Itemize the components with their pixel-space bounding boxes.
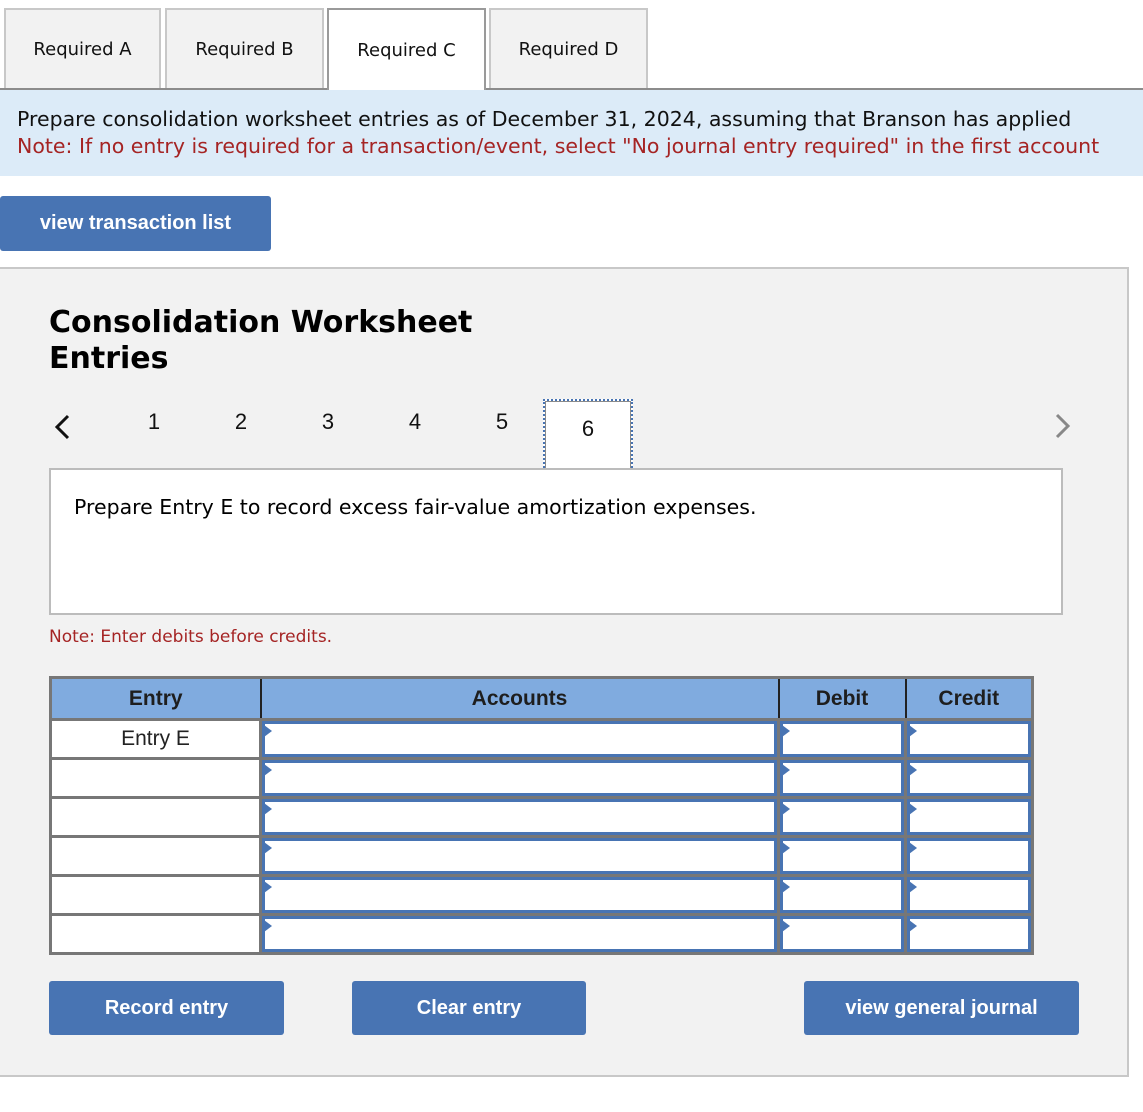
- table-row: [49, 757, 1034, 799]
- tab-required-d[interactable]: Required D: [489, 8, 648, 89]
- page-4[interactable]: 4: [400, 409, 430, 435]
- journal-table: Entry Accounts Debit Credit Entry E: [49, 676, 1034, 955]
- page-6-current[interactable]: 6: [543, 399, 633, 471]
- header-debit: Debit: [777, 677, 907, 721]
- view-general-journal-button[interactable]: view general journal: [804, 981, 1079, 1035]
- credit-cell: [904, 757, 1034, 799]
- account-cell: [259, 796, 780, 838]
- header-credit: Credit: [904, 677, 1034, 721]
- panel-title-line2: Entries: [49, 341, 169, 376]
- prev-arrow-icon[interactable]: [52, 413, 72, 441]
- account-cell: [259, 757, 780, 799]
- table-row: [49, 796, 1034, 838]
- debit-input[interactable]: [780, 760, 904, 796]
- credit-input[interactable]: [907, 799, 1031, 835]
- entry-cell: [49, 796, 262, 838]
- debit-input[interactable]: [780, 799, 904, 835]
- debit-input[interactable]: [780, 838, 904, 874]
- credit-input[interactable]: [907, 838, 1031, 874]
- page-1[interactable]: 1: [139, 409, 169, 435]
- entry-cell: [49, 757, 262, 799]
- debit-cell: [777, 874, 907, 916]
- credit-cell: [904, 796, 1034, 838]
- entry-cell: Entry E: [49, 718, 262, 760]
- instructions-banner: Prepare consolidation worksheet entries …: [0, 90, 1143, 176]
- credit-input[interactable]: [907, 877, 1031, 913]
- account-input[interactable]: [262, 838, 777, 874]
- page-5[interactable]: 5: [487, 409, 517, 435]
- clear-entry-button[interactable]: Clear entry: [352, 981, 586, 1035]
- credit-cell: [904, 835, 1034, 877]
- table-row: Entry E: [49, 718, 1034, 760]
- account-cell: [259, 835, 780, 877]
- page-3[interactable]: 3: [313, 409, 343, 435]
- entry-cell: [49, 835, 262, 877]
- record-entry-button[interactable]: Record entry: [49, 981, 284, 1035]
- tab-required-c[interactable]: Required C: [327, 8, 486, 90]
- debit-cell: [777, 913, 907, 955]
- question-box: Prepare Entry E to record excess fair-va…: [49, 468, 1063, 615]
- view-transaction-list-button[interactable]: view transaction list: [0, 196, 271, 251]
- panel-title-line1: Consolidation Worksheet: [49, 305, 473, 340]
- tab-required-b[interactable]: Required B: [165, 8, 324, 89]
- table-row: [49, 913, 1034, 955]
- credit-cell: [904, 718, 1034, 760]
- tab-required-a[interactable]: Required A: [4, 8, 161, 89]
- account-input[interactable]: [262, 799, 777, 835]
- header-entry: Entry: [49, 677, 262, 721]
- credit-cell: [904, 913, 1034, 955]
- debit-input[interactable]: [780, 877, 904, 913]
- header-accounts: Accounts: [259, 677, 780, 721]
- debit-cell: [777, 757, 907, 799]
- account-input[interactable]: [262, 721, 777, 757]
- credit-input[interactable]: [907, 721, 1031, 757]
- table-row: [49, 874, 1034, 916]
- debits-note: Note: Enter debits before credits.: [49, 627, 333, 647]
- instructions-text: Prepare consolidation worksheet entries …: [17, 107, 1072, 131]
- credit-input[interactable]: [907, 760, 1031, 796]
- worksheet-panel: Consolidation Worksheet Entries 1 2 3 4 …: [0, 267, 1129, 1077]
- question-text: Prepare Entry E to record excess fair-va…: [74, 495, 757, 519]
- page-2[interactable]: 2: [226, 409, 256, 435]
- account-input[interactable]: [262, 760, 777, 796]
- entry-cell: [49, 874, 262, 916]
- next-arrow-icon[interactable]: [1053, 412, 1073, 440]
- credit-cell: [904, 874, 1034, 916]
- table-header: Entry Accounts Debit Credit: [49, 677, 1034, 721]
- debit-cell: [777, 835, 907, 877]
- account-input[interactable]: [262, 916, 777, 952]
- account-cell: [259, 718, 780, 760]
- account-input[interactable]: [262, 877, 777, 913]
- account-cell: [259, 874, 780, 916]
- debit-cell: [777, 796, 907, 838]
- table-row: [49, 835, 1034, 877]
- debit-input[interactable]: [780, 916, 904, 952]
- debit-cell: [777, 718, 907, 760]
- credit-input[interactable]: [907, 916, 1031, 952]
- instructions-note: Note: If no entry is required for a tran…: [17, 134, 1100, 158]
- debit-input[interactable]: [780, 721, 904, 757]
- account-cell: [259, 913, 780, 955]
- panel-title: Consolidation Worksheet Entries: [49, 305, 472, 377]
- entry-cell: [49, 913, 262, 955]
